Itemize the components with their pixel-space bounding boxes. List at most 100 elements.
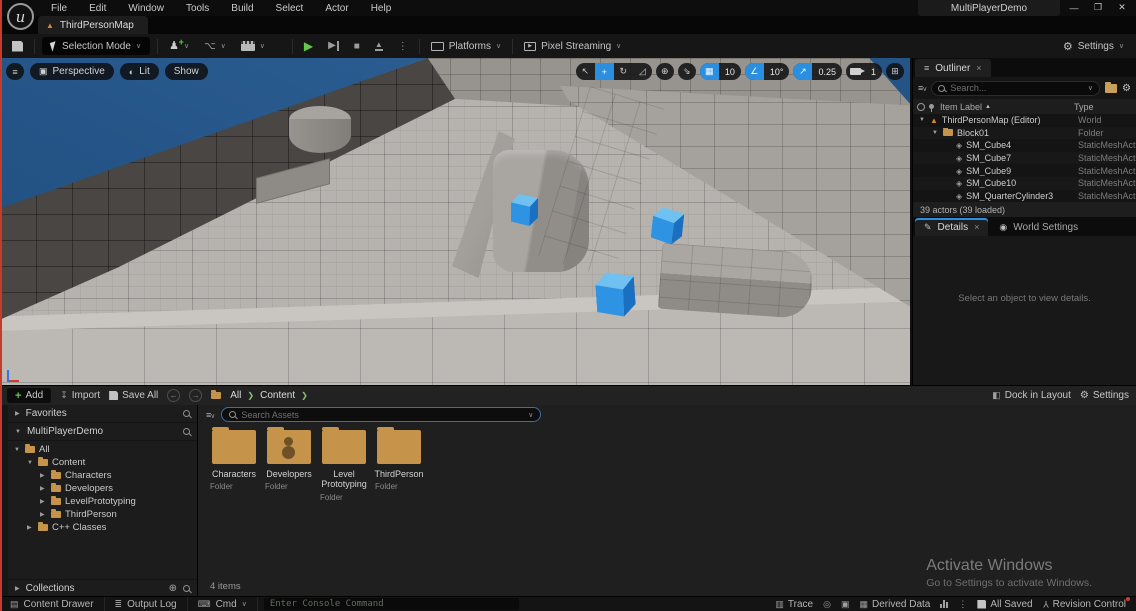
all-saved-button[interactable]: All Saved <box>977 599 1032 610</box>
back-button[interactable]: ← <box>167 389 180 402</box>
perspective-dropdown[interactable]: ▣Perspective <box>30 63 114 80</box>
menu-item[interactable]: Tools <box>175 1 220 16</box>
menu-item[interactable]: Window <box>117 1 175 16</box>
menu-item[interactable]: Select <box>265 1 315 16</box>
menu-item[interactable]: Build <box>220 1 264 16</box>
minimize-button[interactable]: — <box>1062 0 1086 15</box>
console-command-input[interactable] <box>264 598 519 610</box>
expander-arrow-icon[interactable]: ▶ <box>27 524 34 531</box>
derived-data-button[interactable]: ▦Derived Data <box>859 599 930 610</box>
expander-arrow-icon[interactable]: ▼ <box>15 429 21 435</box>
outliner-row[interactable]: ▼ ThirdPersonMap (Editor) World <box>913 114 1136 127</box>
select-tool-button[interactable]: ↖ <box>576 63 595 80</box>
outliner-search[interactable]: ∨ <box>931 81 1100 96</box>
dock-in-layout-button[interactable]: ◧Dock in Layout <box>992 390 1071 401</box>
filter-icon[interactable]: ≡∨ <box>206 410 214 420</box>
asset-folder[interactable]: Developers Folder <box>263 430 315 502</box>
surface-snapping-button[interactable]: ⇘ <box>678 63 696 80</box>
search-icon[interactable] <box>183 428 190 435</box>
create-folder-icon[interactable] <box>1105 84 1117 93</box>
kebab-icon[interactable]: ⋮ <box>958 599 967 610</box>
play-button[interactable]: ▶ <box>300 37 317 55</box>
outliner-row[interactable]: SM_Cube9 StaticMeshAct <box>913 164 1136 177</box>
outliner-settings-gear-icon[interactable]: ⚙ <box>1122 83 1131 94</box>
outliner-row[interactable]: SM_Cube4 StaticMeshAct <box>913 139 1136 152</box>
tab-world-settings[interactable]: ◉ World Settings <box>990 218 1087 236</box>
expander-arrow-icon[interactable]: ▶ <box>15 585 20 592</box>
trace-button[interactable]: ▥Trace <box>775 599 813 610</box>
expander-arrow-icon[interactable]: ▼ <box>919 117 926 123</box>
show-dropdown[interactable]: Show <box>165 63 208 80</box>
folder-tree-item[interactable]: ▶ Developers <box>8 482 197 495</box>
visibility-column-eye-icon[interactable] <box>917 103 925 111</box>
settings-dropdown[interactable]: ⚙ Settings ∨ <box>1059 38 1128 55</box>
world-local-toggle[interactable]: ⊕ <box>656 63 674 80</box>
rotation-snap-value[interactable]: 10° <box>764 63 790 80</box>
tab-details[interactable]: ✎ Details × <box>915 218 988 236</box>
add-button[interactable]: + Add <box>7 388 51 403</box>
outliner-row[interactable]: ▼ Block01 Folder <box>913 127 1136 140</box>
folder-tree-item[interactable]: ▼ All <box>8 443 197 456</box>
asset-folder[interactable]: ThirdPerson Folder <box>373 430 425 502</box>
stop-button[interactable]: ■ <box>350 39 364 54</box>
asset-search[interactable]: ∨ <box>221 407 541 422</box>
blue-cube-actor[interactable] <box>511 194 538 226</box>
outliner-row[interactable]: SM_Cube10 StaticMeshAct <box>913 177 1136 190</box>
add-collection-icon[interactable]: ⊕ <box>169 583 177 594</box>
folder-tree-item[interactable]: ▶ ThirdPerson <box>8 508 197 521</box>
chevron-down-icon[interactable]: ∨ <box>1088 84 1093 92</box>
expander-arrow-icon[interactable]: ▶ <box>40 485 47 492</box>
scale-snap-toggle[interactable]: ↗ <box>793 63 812 80</box>
search-icon[interactable] <box>183 585 190 592</box>
breadcrumb-item[interactable]: Content <box>260 390 295 401</box>
expander-arrow-icon[interactable]: ▶ <box>40 511 47 518</box>
menu-item[interactable]: Actor <box>314 1 359 16</box>
move-tool-button[interactable]: + <box>595 63 614 80</box>
low-box-actor[interactable] <box>658 243 814 319</box>
expander-arrow-icon[interactable]: ▶ <box>40 498 47 505</box>
outliner-search-input[interactable] <box>950 83 1083 93</box>
item-label-column[interactable]: Item Label▲ <box>940 102 1070 112</box>
breadcrumb-chevron-icon[interactable]: ❯ <box>247 391 254 400</box>
platforms-dropdown[interactable]: Platforms ∨ <box>427 39 505 54</box>
tab-thirdpersonmap[interactable]: ▲ ThirdPersonMap <box>38 16 148 34</box>
grid-snap-toggle[interactable]: ▦ <box>700 63 719 80</box>
folder-tree-item[interactable]: ▶ LevelPrototyping <box>8 495 197 508</box>
asset-folder[interactable]: Characters Folder <box>208 430 260 502</box>
camera-speed-button[interactable] <box>846 63 865 80</box>
breadcrumb-chevron-icon[interactable]: ❯ <box>301 391 308 400</box>
folder-tree-item[interactable]: ▼ Content <box>8 456 197 469</box>
scale-snap-value[interactable]: 0.25 <box>812 63 842 80</box>
save-button[interactable] <box>8 39 27 54</box>
project-section[interactable]: ▼ MultiPlayerDemo <box>8 423 197 441</box>
collections-section[interactable]: ▶ Collections ⊕ <box>8 579 197 597</box>
blue-cube-actor[interactable] <box>594 271 636 319</box>
restore-button[interactable]: ❐ <box>1086 0 1110 15</box>
camera-speed-value[interactable]: 1 <box>865 63 882 80</box>
expander-arrow-icon[interactable]: ▼ <box>27 460 34 466</box>
asset-search-input[interactable] <box>241 410 523 420</box>
scale-tool-button[interactable]: ◿ <box>633 63 652 80</box>
blueprints-dropdown[interactable]: ⌥∨ <box>200 39 230 54</box>
output-log-button[interactable]: ≣Output Log <box>105 597 188 611</box>
save-all-button[interactable]: Save All <box>109 390 158 401</box>
expander-arrow-icon[interactable]: ▼ <box>14 447 21 453</box>
frame-skip-button[interactable]: ▶ <box>324 39 343 53</box>
outliner-row[interactable]: SM_Cube7 StaticMeshAct <box>913 152 1136 165</box>
selection-mode-dropdown[interactable]: Selection Mode ∨ <box>42 37 150 55</box>
insights-icon[interactable]: ◎ <box>823 599 831 610</box>
level-viewport[interactable]: ≡ ▣Perspective ◐Lit Show ↖ + ↻ ◿ ⊕ ⇘ ▦ 1… <box>0 58 910 385</box>
tab-outliner[interactable]: ≡ Outliner × <box>915 59 991 77</box>
grid-snap-value[interactable]: 10 <box>719 63 741 80</box>
menu-item[interactable]: File <box>40 1 78 16</box>
chevron-down-icon[interactable]: ∨ <box>528 411 533 419</box>
pin-column-icon[interactable] <box>929 104 934 109</box>
menu-item[interactable]: Edit <box>78 1 117 16</box>
close-icon[interactable]: × <box>974 222 979 232</box>
snapshot-icon[interactable]: ▣ <box>841 599 850 610</box>
performance-bars-icon[interactable] <box>940 600 948 608</box>
viewport-options-menu[interactable]: ≡ <box>6 63 24 80</box>
favorites-section[interactable]: ▶ Favorites <box>8 405 197 423</box>
type-column[interactable]: Type <box>1074 102 1132 112</box>
content-drawer-button[interactable]: ▤Content Drawer <box>0 597 105 611</box>
